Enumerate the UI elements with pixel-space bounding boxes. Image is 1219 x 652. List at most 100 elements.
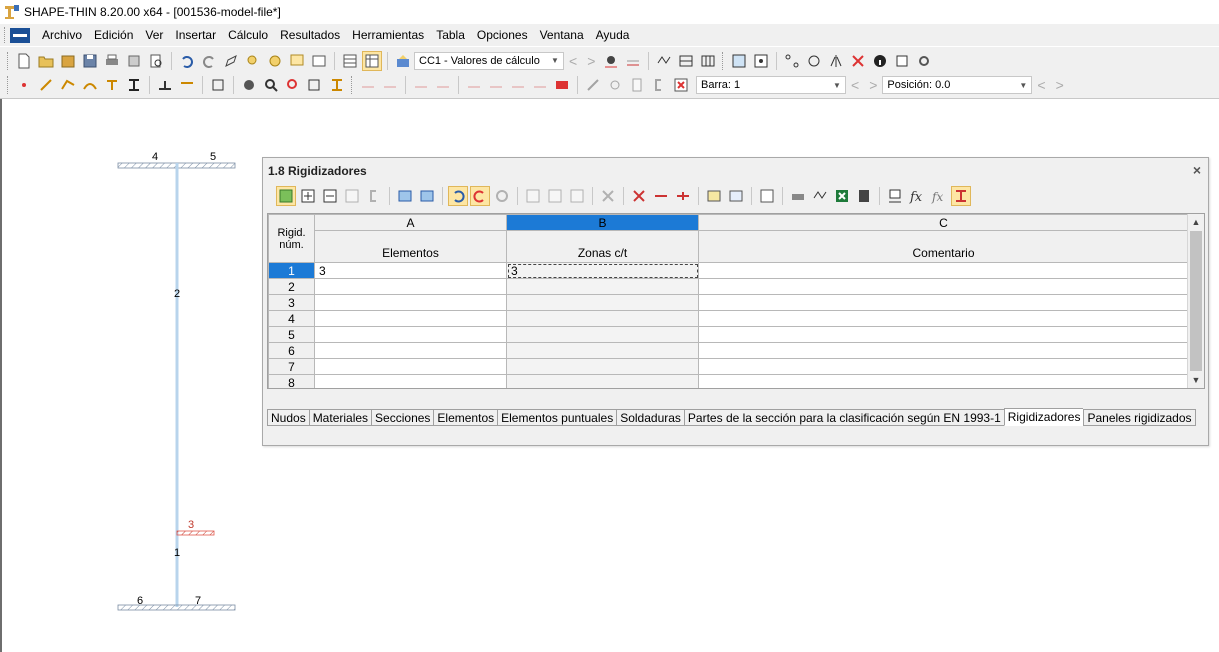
arc-icon[interactable] <box>80 75 100 95</box>
undo-icon[interactable] <box>177 51 197 71</box>
calculate-icon[interactable] <box>654 51 674 71</box>
column-letter-b[interactable]: B <box>506 214 699 231</box>
insert-row-icon[interactable] <box>298 186 318 206</box>
open-model-icon[interactable] <box>58 51 78 71</box>
plastic-icon[interactable] <box>552 75 572 95</box>
cell-zonas[interactable] <box>506 358 699 375</box>
menu-archivo[interactable]: Archivo <box>36 28 88 42</box>
delete-row-icon[interactable] <box>320 186 340 206</box>
omega-icon[interactable] <box>411 75 431 95</box>
previous-arrow-icon[interactable]: < <box>1037 77 1045 93</box>
cell-comentario[interactable] <box>698 310 1189 327</box>
cell-zonas[interactable] <box>506 326 699 343</box>
tab-paneles-rigidizados[interactable]: Paneles rigidizados <box>1083 409 1196 426</box>
bracket-icon[interactable] <box>364 186 384 206</box>
menu-ventana[interactable]: Ventana <box>534 28 590 42</box>
function-param-icon[interactable]: fx <box>929 186 949 206</box>
table-row[interactable]: 133 <box>268 262 1189 279</box>
redo-icon[interactable] <box>199 51 219 71</box>
node-icon[interactable] <box>14 75 34 95</box>
calculator-icon[interactable] <box>854 186 874 206</box>
load-case-dropdown[interactable]: CC1 - Valores de cálculo ▼ <box>414 51 564 70</box>
model-view-icon[interactable] <box>239 75 259 95</box>
open-folder-icon[interactable] <box>36 51 56 71</box>
cell-elementos[interactable] <box>314 342 507 359</box>
row-number[interactable]: 2 <box>268 278 315 295</box>
data-grid[interactable]: Rigid. núm. A B C Elementos Zonas c/t Co… <box>268 214 1189 388</box>
chevron-down-icon[interactable]: ▼ <box>549 53 561 69</box>
menu-herramientas[interactable]: Herramientas <box>346 28 430 42</box>
cell-comentario[interactable] <box>698 358 1189 375</box>
tau-icon[interactable] <box>486 75 506 95</box>
show-results-icon[interactable] <box>601 51 621 71</box>
previous-arrow-icon[interactable]: < <box>569 53 577 69</box>
save-icon[interactable] <box>80 51 100 71</box>
search-element-icon[interactable] <box>265 51 285 71</box>
table-row[interactable]: 2 <box>268 278 1189 295</box>
print-graphic-icon[interactable] <box>124 51 144 71</box>
cell-comentario[interactable] <box>698 374 1189 388</box>
info-icon[interactable] <box>870 51 890 71</box>
column-settings-icon[interactable] <box>704 186 724 206</box>
refresh-icon[interactable] <box>492 186 512 206</box>
report-icon[interactable] <box>627 75 647 95</box>
next-arrow-icon[interactable]: > <box>1056 77 1064 93</box>
sigma-x-icon[interactable] <box>464 75 484 95</box>
filter-rows-icon[interactable] <box>523 186 543 206</box>
bar-dropdown[interactable]: Barra: 1 ▼ <box>696 76 846 94</box>
row-number[interactable]: 8 <box>268 374 315 388</box>
tab-rigidizadores[interactable]: Rigidizadores <box>1003 408 1084 426</box>
print-table-icon[interactable] <box>788 186 808 206</box>
copy-row-icon[interactable] <box>342 186 362 206</box>
result-values-icon[interactable] <box>623 51 643 71</box>
column-header-elementos[interactable]: Elementos <box>314 230 507 263</box>
expand-icon[interactable] <box>673 186 693 206</box>
row-number[interactable]: 6 <box>268 342 315 359</box>
cell-comentario[interactable] <box>698 262 1189 279</box>
collapse-icon[interactable] <box>651 186 671 206</box>
insert-table-icon[interactable] <box>276 186 296 206</box>
table-row[interactable]: 4 <box>268 310 1189 327</box>
column-letter-c[interactable]: C <box>698 214 1189 231</box>
nodes-icon[interactable] <box>782 51 802 71</box>
filter-icon[interactable] <box>671 75 691 95</box>
grid-icon[interactable] <box>729 51 749 71</box>
scroll-up-icon[interactable]: ▲ <box>1188 214 1204 230</box>
cell-elementos[interactable] <box>314 374 507 388</box>
percent-icon[interactable] <box>530 75 550 95</box>
cell-zonas[interactable]: 3 <box>506 262 699 279</box>
menu-calculo[interactable]: Cálculo <box>222 28 274 42</box>
chevron-down-icon[interactable]: ▼ <box>1017 77 1029 93</box>
scroll-thumb[interactable] <box>1190 231 1202 371</box>
menu-ver[interactable]: Ver <box>139 28 169 42</box>
polyline-icon[interactable] <box>58 75 78 95</box>
bottom-flange[interactable] <box>117 604 236 611</box>
stiffener[interactable] <box>176 530 215 536</box>
view-dropdown-icon[interactable] <box>305 75 325 95</box>
dimension-icon[interactable] <box>177 75 197 95</box>
cell-zonas[interactable] <box>506 342 699 359</box>
search-node-icon[interactable] <box>243 51 263 71</box>
delete-icon[interactable] <box>848 51 868 71</box>
new-file-icon[interactable] <box>14 51 34 71</box>
menu-resultados[interactable]: Resultados <box>274 28 346 42</box>
menu-insertar[interactable]: Insertar <box>169 28 222 42</box>
table-row[interactable]: 7 <box>268 358 1189 375</box>
tab-materiales[interactable]: Materiales <box>308 409 372 426</box>
tab-elementos-puntuales[interactable]: Elementos puntuales <box>497 409 617 426</box>
row-number[interactable]: 3 <box>268 294 315 311</box>
cell-elementos[interactable] <box>314 310 507 327</box>
member-icon[interactable] <box>327 75 347 95</box>
column-letter-a[interactable]: A <box>314 214 507 231</box>
row-number[interactable]: 5 <box>268 326 315 343</box>
table-row[interactable]: 6 <box>268 342 1189 359</box>
window-icon[interactable] <box>309 51 329 71</box>
print-icon[interactable] <box>102 51 122 71</box>
row-number[interactable]: 1 <box>268 262 315 279</box>
column-header-comentario[interactable]: Comentario <box>698 230 1189 263</box>
cell-elementos[interactable] <box>314 294 507 311</box>
menu-tabla[interactable]: Tabla <box>430 28 471 42</box>
sigma-v-icon[interactable] <box>508 75 528 95</box>
menu-logo-icon[interactable] <box>10 27 30 43</box>
cell-zonas[interactable] <box>506 374 699 388</box>
